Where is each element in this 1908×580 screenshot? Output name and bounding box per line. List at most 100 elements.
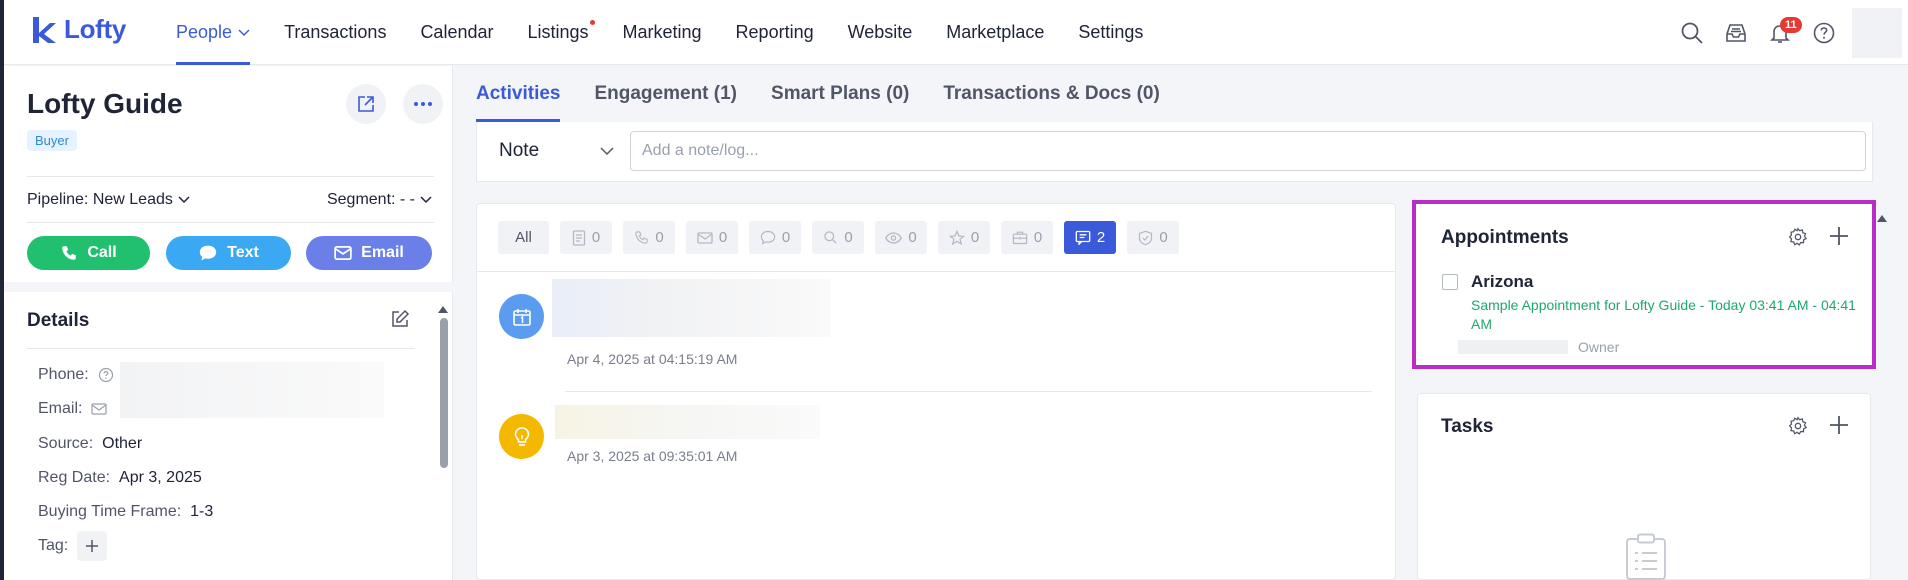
- edit-icon: [392, 309, 410, 327]
- nav-utilities: 11: [1670, 0, 1908, 65]
- appointment-description[interactable]: Sample Appointment for Lofty Guide - Tod…: [1471, 296, 1856, 334]
- filter-notes[interactable]: 0: [560, 221, 612, 254]
- divider: [27, 222, 434, 223]
- call-button-label: Call: [87, 244, 117, 261]
- segment-label: Segment: - -: [326, 191, 415, 208]
- email-button-label: Email: [361, 244, 404, 261]
- details-heading: Details: [27, 310, 90, 331]
- eye-icon: [885, 231, 903, 244]
- tab-activities[interactable]: Activities: [476, 66, 561, 122]
- more-options-button[interactable]: [403, 84, 443, 124]
- share-button[interactable]: [346, 84, 386, 124]
- note-type-select[interactable]: Note: [499, 135, 614, 167]
- search-icon: [824, 231, 837, 244]
- help-circle-icon[interactable]: [98, 367, 114, 383]
- segment-dropdown[interactable]: Segment: - -: [327, 191, 432, 209]
- redacted-owner-name: [1458, 340, 1568, 354]
- tasks-settings-button[interactable]: [1788, 416, 1808, 441]
- notification-badge: 11: [1780, 16, 1802, 33]
- tasks-heading: Tasks: [1441, 416, 1494, 437]
- mail-icon: [697, 231, 713, 244]
- note-icon: [572, 229, 585, 246]
- filter-transactions[interactable]: 0: [1001, 221, 1053, 254]
- filter-calls[interactable]: 0: [623, 221, 675, 254]
- lofty-logo[interactable]: Lofty: [30, 14, 126, 45]
- tag-row: Tag:: [38, 531, 108, 561]
- filter-views-count: 0: [908, 229, 917, 246]
- notification-dot: [589, 20, 595, 25]
- tab-transactions-docs[interactable]: Transactions & Docs (0): [943, 66, 1159, 122]
- plus-icon: [1830, 416, 1848, 434]
- nav-settings[interactable]: Settings: [1078, 0, 1143, 65]
- tag-label: Tag:: [38, 537, 69, 554]
- search-icon[interactable]: [1670, 11, 1714, 55]
- appointments-settings-button[interactable]: [1788, 227, 1808, 252]
- filter-all[interactable]: All: [498, 221, 549, 254]
- filter-texts[interactable]: 0: [749, 221, 801, 254]
- share-icon: [358, 96, 374, 112]
- appointment-name: Arizona: [1471, 272, 1534, 291]
- source-value: Other: [102, 435, 143, 452]
- nav-calendar-label: Calendar: [420, 22, 494, 42]
- add-appointment-button[interactable]: [1829, 226, 1849, 251]
- divider: [565, 391, 1372, 392]
- nav-reporting[interactable]: Reporting: [736, 0, 814, 65]
- call-button[interactable]: Call: [27, 236, 150, 270]
- filter-views[interactable]: 0: [875, 221, 927, 254]
- email-button[interactable]: Email: [306, 236, 432, 270]
- star-icon: [948, 229, 965, 245]
- main-nav: People Transactions Calendar Listings Ma…: [176, 0, 1177, 65]
- email-row: Email:: [38, 400, 108, 418]
- activity-tabs: Activities Engagement (1) Smart Plans (0…: [476, 66, 1194, 122]
- scrollbar-thumb[interactable]: [440, 318, 448, 468]
- filter-searches[interactable]: 0: [812, 221, 864, 254]
- bell-icon[interactable]: 11: [1758, 11, 1802, 55]
- filter-tasks[interactable]: 0: [1127, 221, 1179, 254]
- nav-website[interactable]: Website: [848, 0, 913, 65]
- inbox-icon[interactable]: [1714, 11, 1758, 55]
- nav-calendar[interactable]: Calendar: [420, 0, 493, 65]
- nav-marketing[interactable]: Marketing: [623, 0, 702, 65]
- appointment-checkbox[interactable]: [1442, 274, 1458, 290]
- scroll-up-arrow-icon[interactable]: [1876, 210, 1888, 228]
- filter-favorites[interactable]: 0: [938, 221, 990, 254]
- filter-calls-count: 0: [655, 229, 664, 246]
- filter-searches-count: 0: [844, 229, 853, 246]
- gear-icon: [1788, 416, 1808, 435]
- pipeline-dropdown[interactable]: Pipeline: New Leads: [27, 191, 190, 209]
- top-navigation: Lofty People Transactions Calendar Listi…: [0, 0, 1908, 65]
- nav-marketplace[interactable]: Marketplace: [946, 0, 1044, 65]
- user-avatar[interactable]: [1852, 7, 1902, 58]
- mail-icon: [334, 246, 352, 260]
- redacted-contact-info: [120, 362, 384, 418]
- divider: [477, 271, 1395, 272]
- text-button[interactable]: Text: [166, 236, 291, 270]
- help-icon[interactable]: [1802, 11, 1846, 55]
- nav-listings[interactable]: Listings: [527, 0, 595, 65]
- add-task-button[interactable]: [1829, 415, 1849, 440]
- reg-date-row: Reg Date: Apr 3, 2025: [38, 469, 202, 487]
- timeline-lightbulb-icon: [499, 414, 544, 459]
- chevron-down-icon: [420, 196, 432, 204]
- filter-messages[interactable]: 2: [1064, 221, 1116, 254]
- more-dots-icon: [414, 102, 432, 106]
- filter-emails[interactable]: 0: [686, 221, 738, 254]
- plus-icon: [1830, 227, 1848, 245]
- nav-marketplace-label: Marketplace: [946, 22, 1045, 42]
- mail-icon[interactable]: [91, 403, 108, 415]
- scroll-up-arrow-icon[interactable]: [437, 304, 449, 314]
- add-tag-button[interactable]: [77, 531, 108, 561]
- note-input[interactable]: [630, 131, 1866, 171]
- divider: [27, 176, 434, 177]
- source-row: Source: Other: [38, 435, 142, 453]
- nav-people[interactable]: People: [176, 0, 251, 65]
- tab-smart-plans[interactable]: Smart Plans (0): [771, 66, 909, 122]
- filter-tasks-count: 0: [1159, 229, 1168, 246]
- tab-engagement[interactable]: Engagement (1): [594, 66, 737, 122]
- edit-details-button[interactable]: [390, 309, 410, 334]
- contact-type-badge: Buyer: [27, 130, 77, 151]
- nav-transactions[interactable]: Transactions: [284, 0, 386, 65]
- calendar-icon: [512, 308, 531, 326]
- source-label: Source:: [38, 435, 94, 452]
- window-edge: [0, 0, 4, 580]
